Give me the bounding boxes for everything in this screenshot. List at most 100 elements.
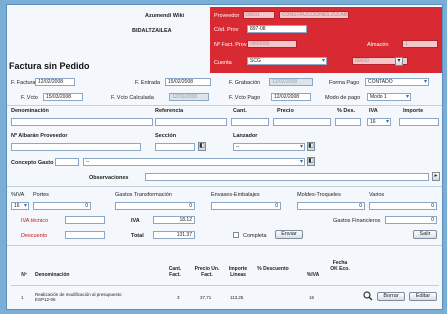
cod-prov-label: Cód. Prov [214, 27, 239, 33]
iva-pct-select[interactable]: 16 [11, 202, 29, 210]
f-entrada-field[interactable]: 15/02/2008 [165, 78, 211, 86]
gastos-fin-label: Gastos Financieros [333, 218, 381, 224]
divider [7, 105, 442, 106]
salir-button[interactable]: Salir [413, 230, 437, 239]
portes-input[interactable]: 0 [33, 202, 91, 210]
total-field: 131.37 [153, 231, 195, 239]
varios-input[interactable]: 0 [369, 202, 437, 210]
seccion-label: Sección [155, 133, 177, 139]
proveedor-label: Proveedor [214, 13, 240, 19]
col-denominacion-header: Denominación [35, 272, 70, 278]
pct-des-header: % Des. [337, 108, 356, 114]
col-fecha-header: Fecha OK Eco. [330, 260, 350, 272]
f-entrada-label: F. Entrada [135, 80, 161, 86]
concepto-label: Concepto Gasto [11, 160, 54, 166]
gastos-fin-input[interactable]: 0 [385, 216, 437, 224]
cuenta-select[interactable]: SCG [247, 57, 327, 65]
concepto-lookup-icon[interactable]: ◧ [307, 157, 315, 166]
cant-input[interactable] [231, 118, 269, 126]
descuento-label: Descuento [21, 233, 48, 239]
table-header-divider [11, 285, 439, 286]
albaran-label: Nº Albarán Proveedor [11, 133, 68, 139]
f-vcto-calc-label: F. Vcto Calculada [111, 95, 154, 101]
albaran-input[interactable] [11, 143, 141, 151]
f-grabacion-label: F. Grabación [229, 80, 261, 86]
concepto-select[interactable]: -- [83, 158, 305, 166]
editar-button[interactable]: Editar [409, 292, 437, 301]
importe-header: Importe [403, 108, 424, 114]
forma-pago-select[interactable]: CONTADO [365, 78, 429, 86]
precio-input[interactable] [273, 118, 331, 126]
importe-input[interactable] [399, 118, 439, 126]
modo-pago-select[interactable]: Modo 1 [367, 93, 411, 101]
company-code: BIDALTZAILEA [132, 28, 172, 34]
invoice-form: Azumendi Wiki BIDALTZAILEA Proveedor 000… [6, 4, 443, 310]
observaciones-input[interactable] [145, 173, 429, 181]
row-cant: 3 [177, 295, 180, 300]
precio-header: Precio [277, 108, 294, 114]
f-grabacion-field: 12/02/2008 [269, 78, 313, 86]
descuento-input[interactable] [65, 231, 105, 239]
f-vcto-calc-field: 12/02/2008 [169, 93, 209, 101]
denominacion-input[interactable] [11, 118, 153, 126]
f-vcto-field[interactable]: 15/03/2008 [43, 93, 83, 101]
magnifier-icon[interactable] [363, 291, 373, 301]
row-n: 1 [21, 295, 24, 300]
row-iva: 16 [309, 295, 315, 300]
completa-label: Completa [243, 233, 267, 239]
total-label: Total [131, 233, 144, 239]
observaciones-expand-icon[interactable]: ▸ [432, 172, 440, 181]
f-factura-field[interactable]: 12/02/2008 [35, 78, 75, 86]
almacen-field[interactable]: 1 [402, 40, 438, 48]
iva-header: IVA [369, 108, 378, 114]
page-title: Factura sin Pedido [9, 61, 90, 71]
iva-total-label: IVA [131, 218, 140, 224]
observaciones-label: Observaciones [89, 175, 129, 181]
portes-label: Portes [33, 192, 49, 198]
window-frame: Azumendi Wiki BIDALTZAILEA Proveedor 000… [0, 0, 447, 314]
concepto-code-input[interactable] [55, 158, 79, 166]
row-precio: 37,71 [200, 295, 212, 300]
cant-header: Cant. [233, 108, 247, 114]
envases-label: Envases-Embalajes [211, 192, 260, 198]
gastos-transf-input[interactable]: 0 [115, 202, 195, 210]
seccion-input[interactable] [155, 143, 195, 151]
proveedor-field[interactable]: 00001 [243, 11, 275, 19]
seccion-lookup-icon[interactable]: ◧ [198, 142, 206, 151]
moldes-label: Moldes-Troqueles [297, 192, 341, 198]
col-n-header: Nº [21, 272, 27, 278]
borrar-button[interactable]: Borrar [377, 292, 405, 301]
referencia-input[interactable] [155, 118, 227, 126]
col-precio-header: Precio Un. Fact. [194, 266, 220, 278]
cuenta-label: Cuenta [214, 60, 232, 66]
f-factura-label: F. Factura [11, 80, 36, 86]
col-importe-header: Importe Líneas [228, 266, 248, 278]
lanzador-lookup-icon[interactable]: ◧ [307, 142, 315, 151]
col-cant-header: Cant. Fact. [168, 266, 182, 278]
iva-select[interactable]: 16 [367, 118, 391, 126]
varios-label: Varios [369, 192, 385, 198]
almacen-label: Almacén [367, 42, 389, 48]
envases-input[interactable]: 0 [211, 202, 281, 210]
iva-tecnico-label: IVA técnico [21, 218, 49, 224]
proveedor-name-field[interactable]: CONSTRUCCIONES ZULAIKA [279, 11, 349, 19]
col-iva-header: %IVA [306, 272, 320, 278]
cod-prov-field[interactable]: 897-08 [247, 25, 307, 33]
f-vcto-label: F. Vcto [21, 95, 38, 101]
pct-des-input[interactable] [335, 118, 361, 126]
denominacion-header: Denominación [11, 108, 49, 114]
completa-checkbox[interactable] [233, 232, 239, 238]
divider [7, 186, 442, 187]
lanzador-select[interactable]: -- [233, 143, 305, 151]
fact-prov-field[interactable]: 0000000 [247, 40, 297, 48]
row-importe: 113,25 [230, 295, 244, 300]
cuenta-dropdown-icon[interactable]: ▾ [395, 57, 403, 66]
col-descuento-header: % Descuento [257, 266, 289, 272]
iva-tecnico-input[interactable] [65, 216, 105, 224]
company-name: Azumendi Wiki [145, 13, 185, 19]
fact-prov-label: Nº Fact. Prov [214, 42, 247, 48]
enviar-button[interactable]: Enviar [275, 230, 303, 239]
divider [7, 245, 442, 246]
f-vcto-pago-field[interactable]: 12/02/2008 [271, 93, 311, 101]
moldes-input[interactable]: 0 [297, 202, 365, 210]
